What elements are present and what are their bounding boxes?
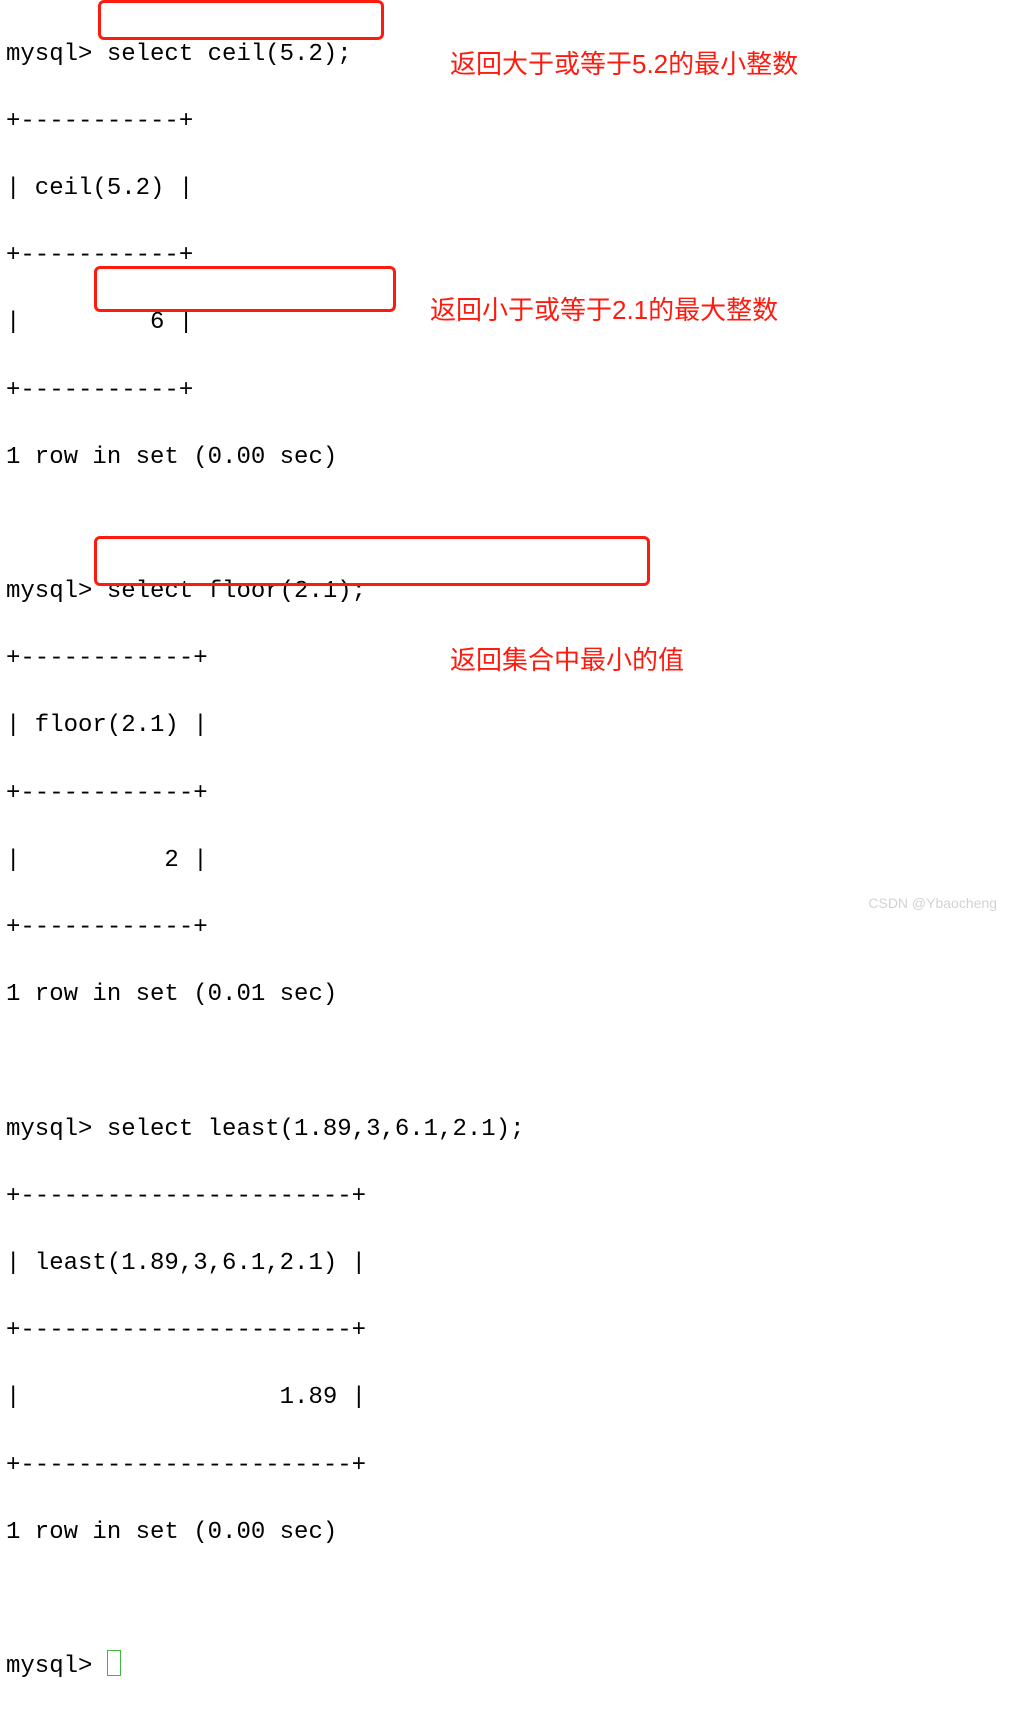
q2-border-bot: +------------+ bbox=[6, 911, 1009, 945]
q3-value-row: | 1.89 | bbox=[6, 1381, 1009, 1415]
cursor-icon bbox=[107, 1650, 121, 1676]
mysql-prompt: mysql> bbox=[6, 1116, 92, 1143]
q1-border-mid: +-----------+ bbox=[6, 239, 1009, 273]
q3-border-bot: +-----------------------+ bbox=[6, 1449, 1009, 1483]
mysql-prompt: mysql> bbox=[6, 1653, 92, 1680]
q2-header: | floor(2.1) | bbox=[6, 709, 1009, 743]
q3-status: 1 row in set (0.00 sec) bbox=[6, 1516, 1009, 1550]
q2-value-row: | 2 | bbox=[6, 844, 1009, 878]
query2-command: select floor(2.1); bbox=[92, 578, 366, 605]
blank-line bbox=[6, 508, 1009, 542]
q1-status: 1 row in set (0.00 sec) bbox=[6, 441, 1009, 475]
q3-header: | least(1.89,3,6.1,2.1) | bbox=[6, 1247, 1009, 1281]
q2-status: 1 row in set (0.01 sec) bbox=[6, 978, 1009, 1012]
annotation-q1: 返回大于或等于5.2的最小整数 bbox=[450, 44, 798, 81]
query3-command: select least(1.89,3,6.1,2.1); bbox=[92, 1116, 524, 1143]
mysql-prompt: mysql> bbox=[6, 41, 92, 68]
mysql-prompt: mysql> bbox=[6, 578, 92, 605]
blank-line bbox=[6, 1583, 1009, 1617]
watermark-text: CSDN @Ybaocheng bbox=[868, 895, 997, 911]
annotation-q2: 返回小于或等于2.1的最大整数 bbox=[430, 290, 778, 327]
query1-command: select ceil(5.2); bbox=[92, 41, 351, 68]
q1-border-top: +-----------+ bbox=[6, 105, 1009, 139]
blank-line bbox=[6, 1045, 1009, 1079]
q3-border-mid: +-----------------------+ bbox=[6, 1314, 1009, 1348]
terminal-output: mysql> select ceil(5.2); +-----------+ |… bbox=[0, 0, 1009, 1721]
q3-border-top: +-----------------------+ bbox=[6, 1180, 1009, 1214]
q2-border-mid: +------------+ bbox=[6, 777, 1009, 811]
q1-header: | ceil(5.2) | bbox=[6, 172, 1009, 206]
annotation-q3: 返回集合中最小的值 bbox=[450, 640, 684, 677]
q1-border-bot: +-----------+ bbox=[6, 374, 1009, 408]
